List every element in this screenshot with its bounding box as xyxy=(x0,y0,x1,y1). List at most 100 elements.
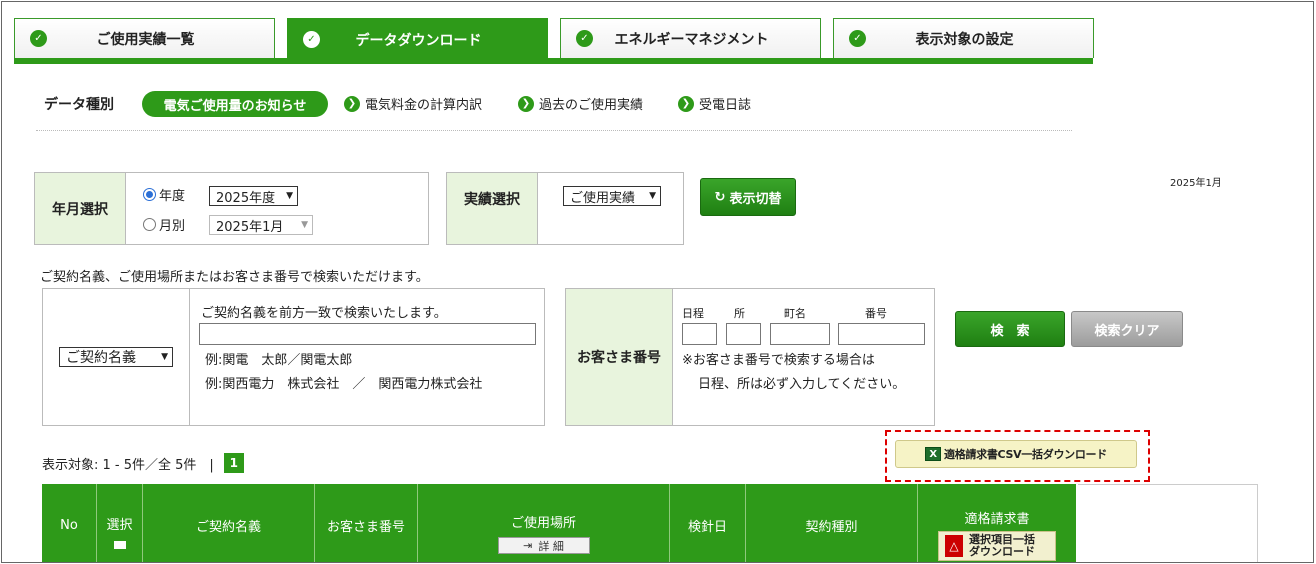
customer-number-label: お客さま番号 xyxy=(566,289,673,425)
result-count: 表示対象: 1 - 5件／全 5件 | 1 xyxy=(42,453,244,473)
name-search-box: ご契約名義 ▼ ご契約名義を前方一致で検索いたします。 例:関電 太郎／関電太郎… xyxy=(42,288,545,426)
th-label: ご使用場所 xyxy=(510,516,576,531)
radio-checked-icon xyxy=(143,188,156,201)
select-value: 2025年度 xyxy=(216,190,276,206)
customer-note-2: 日程、所は必ず入力してください。 xyxy=(698,377,906,392)
table-header: No 選択 ご契約名義 お客さま番号 ご使用場所 ⇥ 詳 細 検針日 契約種別 … xyxy=(42,484,1076,562)
select-value: ご使用実績 xyxy=(570,190,636,206)
tab-label: エネルギーマネジメント xyxy=(614,31,769,48)
th-customer-number: お客さま番号 xyxy=(315,484,418,562)
customer-number-box: お客さま番号 日程 所 町名 番号 ※お客さま番号で検索する場合は 日程、所は必… xyxy=(565,288,935,426)
th-select: 選択 xyxy=(97,484,143,562)
col-label-number: 番号 xyxy=(865,307,887,320)
button-label: 適格請求書CSV一括ダウンロード xyxy=(944,448,1107,461)
period-selector: 年月選択 年度 月別 2025年度 ▼ 2025年1月 ▼ xyxy=(34,172,429,245)
pdf-button-text: 選択項目一括 ダウンロード xyxy=(969,533,1035,558)
example-2: 例:関西電力 株式会社 ／ 関西電力株式会社 xyxy=(205,377,483,392)
chevron-right-icon: ❯ xyxy=(678,95,694,112)
name-search-hint: ご契約名義を前方一致で検索いたします。 xyxy=(201,306,447,321)
col-label-town: 町名 xyxy=(784,307,806,320)
th-label: 適格請求書 xyxy=(964,511,1030,527)
chevron-down-icon: ✓ xyxy=(849,30,866,47)
tab-usage-list[interactable]: ✓ ご使用実績一覧 xyxy=(14,18,275,58)
tab-label: データダウンロード xyxy=(355,32,482,49)
month-select[interactable]: 2025年1月 ▼ xyxy=(209,215,313,235)
select-value: ご契約名義 xyxy=(66,350,136,366)
pdf-line-2: ダウンロード xyxy=(969,544,1035,558)
customer-note-1: ※お客さま番号で検索する場合は xyxy=(682,353,875,368)
tab-label: ご使用実績一覧 xyxy=(96,31,195,48)
col-label-office: 所 xyxy=(734,307,745,320)
refresh-icon: ↻ xyxy=(714,189,726,205)
toggle-display-button[interactable]: ↻ 表示切替 xyxy=(700,178,796,216)
count-text: 表示対象: 1 - 5件／全 5件 | xyxy=(42,457,214,473)
csv-download-button[interactable]: X 適格請求書CSV一括ダウンロード xyxy=(895,440,1137,468)
name-field-cell: ご契約名義 ▼ xyxy=(43,289,190,425)
table-border xyxy=(1078,484,1258,562)
customer-number-input[interactable] xyxy=(838,323,925,345)
date-label: 2025年1月 xyxy=(1170,178,1222,189)
tab-display-settings[interactable]: ✓ 表示対象の設定 xyxy=(833,18,1094,58)
th-invoice: 適格請求書 △ 選択項目一括 ダウンロード xyxy=(918,484,1076,562)
tab-data-download[interactable]: ✓ データダウンロード xyxy=(287,18,548,60)
link-label: 電気料金の計算内訳 xyxy=(365,98,483,113)
pdf-icon: △ xyxy=(945,534,963,557)
chevron-down-icon: ▼ xyxy=(301,220,308,230)
link-label: 過去のご使用実績 xyxy=(539,98,644,113)
th-usage-location: ご使用場所 ⇥ 詳 細 xyxy=(418,484,670,562)
chevron-right-icon: ❯ xyxy=(344,95,360,112)
data-type-label: データ種別 xyxy=(44,97,114,113)
link-label: 受電日誌 xyxy=(699,98,752,113)
search-field-select[interactable]: ご契約名義 ▼ xyxy=(59,347,173,367)
button-label: 表示切替 xyxy=(729,191,782,207)
search-note: ご契約名義、ご使用場所またはお客さま番号で検索いただけます。 xyxy=(40,270,429,285)
radio-label: 月別 xyxy=(159,219,186,234)
chevron-down-icon: ▼ xyxy=(649,191,656,201)
clear-search-button[interactable]: 検索クリア xyxy=(1071,311,1183,347)
tab-energy-management[interactable]: ✓ エネルギーマネジメント xyxy=(560,18,821,58)
data-type-selected-pill[interactable]: 電気ご使用量のお知らせ xyxy=(142,91,328,117)
customer-office-input[interactable] xyxy=(726,323,761,345)
excel-icon: X xyxy=(925,447,942,461)
tab-underline xyxy=(14,58,1093,64)
result-label: 実績選択 xyxy=(447,173,538,244)
result-select[interactable]: ご使用実績 ▼ xyxy=(563,186,661,206)
th-no: No xyxy=(42,484,97,562)
chevron-down-icon: ✓ xyxy=(576,30,593,47)
chevron-right-icon: ❯ xyxy=(518,95,534,112)
name-search-input[interactable] xyxy=(199,323,536,345)
chevron-down-icon: ▼ xyxy=(286,191,293,201)
detail-button[interactable]: ⇥ 詳 細 xyxy=(497,537,590,554)
divider xyxy=(36,130,1072,131)
select-all-checkbox[interactable] xyxy=(113,540,126,549)
chevron-down-icon: ✓ xyxy=(303,31,320,48)
expand-icon: ⇥ xyxy=(523,539,533,552)
bulk-pdf-download-button[interactable]: △ 選択項目一括 ダウンロード xyxy=(938,530,1056,561)
customer-town-input[interactable] xyxy=(770,323,830,345)
col-label-date: 日程 xyxy=(682,307,704,320)
select-value: 2025年1月 xyxy=(216,219,284,235)
example-1: 例:関電 太郎／関電太郎 xyxy=(205,353,353,368)
year-radio[interactable]: 年度 xyxy=(143,185,185,204)
th-contract-name: ご契約名義 xyxy=(143,484,315,562)
chevron-down-icon: ✓ xyxy=(30,30,47,47)
result-selector: 実績選択 ご使用実績 ▼ xyxy=(446,172,684,245)
th-label: 選択 xyxy=(106,517,133,533)
radio-unchecked-icon xyxy=(143,218,156,231)
th-meter-date: 検針日 xyxy=(670,484,746,562)
page-1-button[interactable]: 1 xyxy=(223,453,244,473)
data-type-link-billing[interactable]: ❯ 電気料金の計算内訳 xyxy=(344,94,482,113)
chevron-down-icon: ▼ xyxy=(161,352,168,362)
year-select[interactable]: 2025年度 ▼ xyxy=(209,186,298,206)
period-label: 年月選択 xyxy=(35,173,126,244)
tab-label: 表示対象の設定 xyxy=(915,31,1014,48)
button-label: 詳 細 xyxy=(538,539,564,553)
data-type-link-log[interactable]: ❯ 受電日誌 xyxy=(678,94,751,113)
data-type-link-past-usage[interactable]: ❯ 過去のご使用実績 xyxy=(518,94,643,113)
search-button[interactable]: 検 索 xyxy=(955,311,1065,347)
month-radio[interactable]: 月別 xyxy=(143,215,185,234)
radio-label: 年度 xyxy=(159,189,186,204)
th-contract-type: 契約種別 xyxy=(746,484,918,562)
screen-frame: ✓ ご使用実績一覧 ✓ データダウンロード ✓ エネルギーマネジメント ✓ 表示… xyxy=(1,1,1314,563)
customer-date-input[interactable] xyxy=(682,323,717,345)
